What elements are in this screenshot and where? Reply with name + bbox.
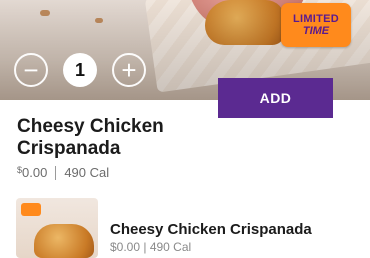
plus-icon: + (121, 55, 137, 85)
price-value: 0.00 (22, 165, 48, 180)
badge-text-line1: LIMITED (292, 13, 340, 25)
add-to-order-button[interactable]: ADD (218, 78, 333, 118)
item-meta: $ 0.00 490 Cal (17, 164, 110, 181)
increase-quantity-button[interactable]: + (112, 53, 146, 87)
minus-icon: − (23, 55, 39, 85)
calories: 490 Cal (64, 165, 110, 180)
thumbnail-food (34, 224, 94, 258)
badge-text-line2: TIME (302, 25, 330, 37)
price-currency: $ (17, 164, 23, 175)
decrease-quantity-button[interactable]: − (14, 53, 48, 87)
limited-time-badge: LIMITED TIME (281, 3, 351, 47)
list-item-thumbnail[interactable] (16, 198, 98, 258)
limited-time-badge-small (21, 203, 41, 216)
quantity-value: 1 (63, 53, 97, 87)
list-item-title[interactable]: Cheesy Chicken Crispanada (110, 221, 312, 238)
item-title: Cheesy Chicken Crispanada (17, 116, 164, 159)
list-item-subtitle: $0.00 | 490 Cal (110, 240, 192, 254)
meta-divider (55, 165, 57, 180)
